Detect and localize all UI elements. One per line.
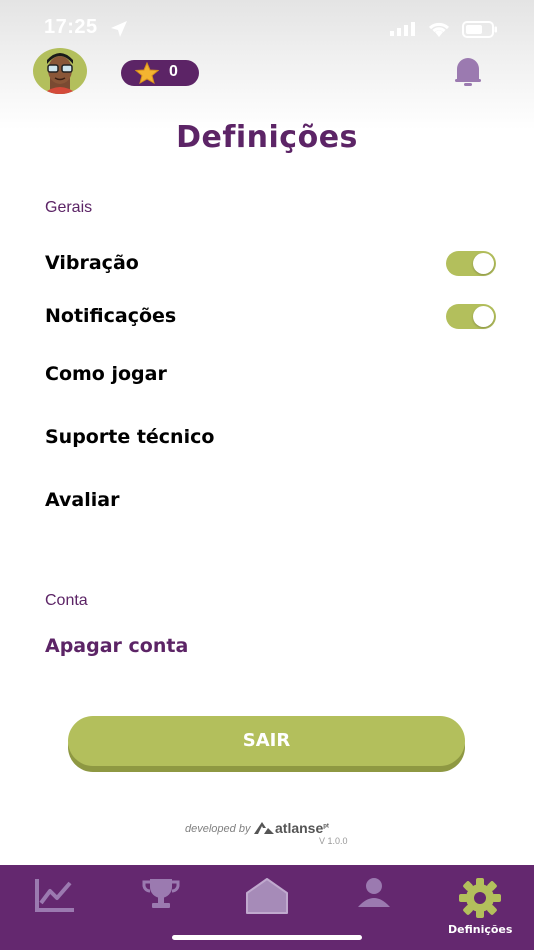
brand-name: atlanse (275, 820, 324, 836)
nav-label-settings[interactable]: Definições (448, 923, 512, 936)
score-badge: 0 (121, 60, 199, 86)
cellular-signal-icon (390, 22, 415, 36)
brand-sup: pt (323, 823, 329, 830)
location-arrow-icon (111, 21, 127, 37)
settings-gear-icon[interactable] (456, 876, 504, 920)
trophy-icon[interactable] (142, 877, 180, 909)
vibration-label: Vibração (45, 252, 139, 274)
delete-account-link[interactable]: Apagar conta (45, 635, 188, 657)
profile-icon[interactable] (356, 877, 392, 909)
developed-by-text: developed by (185, 823, 251, 835)
toggle-knob (473, 306, 494, 327)
notifications-toggle[interactable] (446, 304, 496, 329)
how-to-play-link[interactable]: Como jogar (45, 363, 167, 385)
support-link[interactable]: Suporte técnico (45, 426, 214, 448)
section-label-general: Gerais (45, 199, 93, 216)
stats-chart-icon[interactable] (34, 877, 76, 913)
user-avatar-icon (43, 53, 77, 94)
exit-button[interactable]: SAIR (68, 716, 465, 766)
score-value: 0 (169, 63, 178, 80)
status-time: 17:25 (44, 16, 98, 38)
bell-icon[interactable] (452, 55, 484, 87)
page-title: Definições (176, 120, 358, 155)
avatar[interactable] (33, 48, 87, 94)
brand-logo: atlansept (253, 820, 329, 836)
app-version: V 1.0.0 (319, 836, 348, 846)
atlanse-logo-icon (254, 822, 274, 834)
battery-icon (462, 21, 497, 38)
notifications-label: Notificações (45, 305, 177, 327)
vibration-toggle[interactable] (446, 251, 496, 276)
home-icon[interactable] (245, 877, 289, 915)
section-label-account: Conta (45, 592, 88, 609)
star-icon (135, 62, 159, 84)
wifi-icon (428, 22, 450, 37)
rate-link[interactable]: Avaliar (45, 489, 119, 511)
home-indicator (172, 935, 362, 940)
toggle-knob (473, 253, 494, 274)
